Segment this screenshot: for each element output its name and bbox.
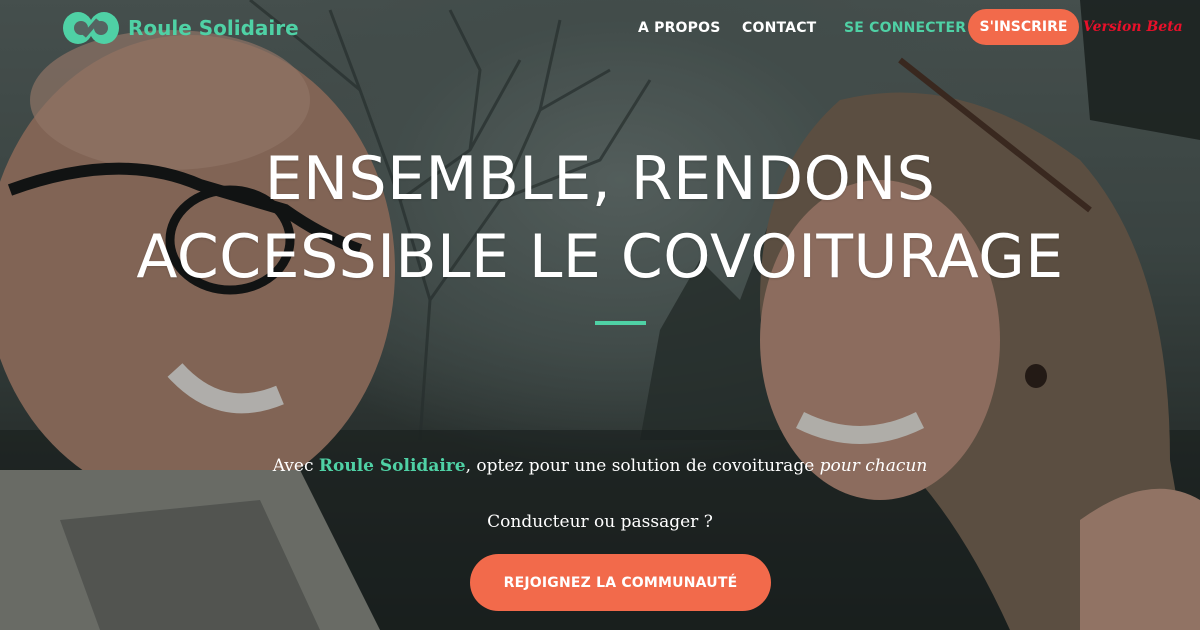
brand-name: Roule Solidaire (128, 16, 299, 40)
join-community-button[interactable]: REJOIGNEZ LA COMMUNAUTÉ (470, 554, 771, 611)
hero-headline: ENSEMBLE, RENDONS ACCESSIBLE LE COVOITUR… (0, 140, 1200, 296)
signup-button[interactable]: S'INSCRIRE (968, 9, 1079, 45)
infinity-loop-logo-icon (63, 12, 119, 44)
tagline-middle: , optez pour une solution de covoiturage (465, 456, 820, 476)
hero-headline-line-2: ACCESSIBLE LE COVOITURAGE (136, 222, 1064, 292)
brand-link[interactable]: Roule Solidaire (62, 8, 299, 48)
beta-badge: Version Beta (1083, 19, 1183, 35)
nav-contact-link[interactable]: CONTACT (742, 18, 816, 38)
hero-question: Conducteur ou passager ? (487, 512, 713, 532)
hero-headline-line-1: ENSEMBLE, RENDONS (264, 144, 936, 214)
hero-overlay (0, 0, 1200, 630)
headline-divider (595, 321, 646, 325)
hero-tagline: Avec Roule Solidaire, optez pour une sol… (0, 456, 1200, 476)
tagline-prefix: Avec (272, 456, 319, 476)
hero-background (0, 0, 1200, 630)
navbar: Roule Solidaire A PROPOS CONTACT SE CONN… (0, 0, 1200, 56)
nav-about-link[interactable]: A PROPOS (638, 18, 721, 38)
tagline-emphasis: pour chacun (819, 456, 928, 476)
tagline-brand: Roule Solidaire (318, 456, 466, 476)
nav-login-link[interactable]: SE CONNECTER (844, 18, 966, 38)
